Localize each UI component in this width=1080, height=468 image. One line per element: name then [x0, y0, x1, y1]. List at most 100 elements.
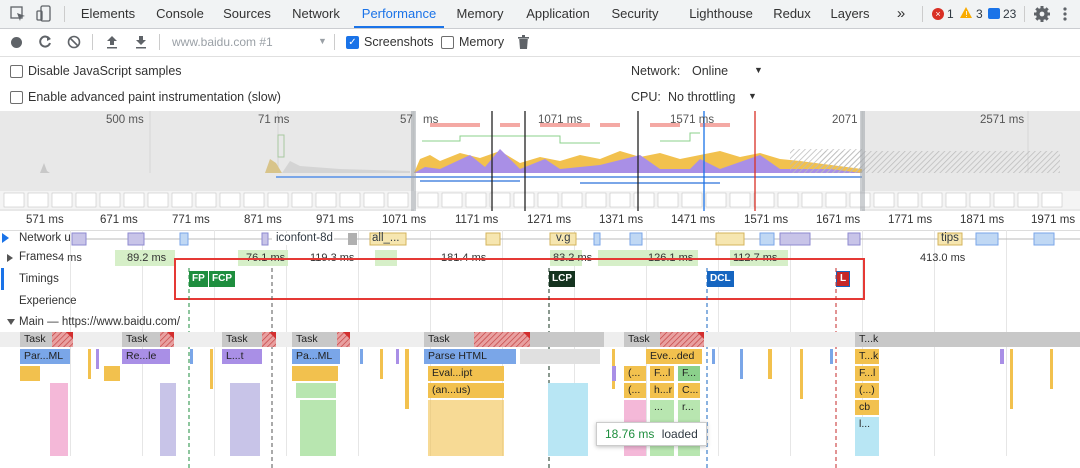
flame-event[interactable]: (an...us)	[428, 383, 504, 398]
flame-event[interactable]: h...r	[650, 383, 674, 398]
settings-gear-icon[interactable]	[1033, 5, 1051, 23]
memory-label[interactable]: Memory	[459, 35, 504, 49]
tooltip-text: loaded	[661, 427, 698, 441]
error-icon[interactable]: ×	[932, 8, 944, 20]
ruler-tick: 1671 ms	[816, 214, 861, 226]
reload-profile-icon[interactable]	[37, 34, 53, 50]
network-request-label[interactable]: tips	[941, 232, 959, 244]
flame-event[interactable]: Eve...ded	[646, 349, 702, 364]
disable-js-samples-checkbox[interactable]	[10, 65, 23, 78]
error-count[interactable]: 1	[947, 7, 954, 21]
overview-graph	[0, 111, 1080, 211]
disable-js-samples-label[interactable]: Disable JavaScript samples	[28, 64, 182, 78]
ruler-tick: 1071 ms	[382, 214, 427, 226]
flame-event[interactable]: (...	[624, 383, 646, 398]
load-profile-icon[interactable]	[104, 34, 120, 50]
flame-task[interactable]: Task	[624, 332, 660, 347]
tab-network[interactable]: Network	[282, 0, 350, 28]
device-toolbar-icon[interactable]	[36, 5, 52, 23]
flame-event[interactable]: cb	[855, 400, 879, 415]
tab-lighthouse[interactable]: Lighthouse	[682, 0, 760, 28]
network-throttle-select[interactable]: Online	[692, 64, 728, 78]
main-thread-header[interactable]: Main — https://www.baidu.com/	[0, 313, 1080, 331]
inspect-element-icon[interactable]	[10, 6, 26, 22]
warning-icon[interactable]: !	[960, 7, 972, 19]
message-count[interactable]: 23	[1003, 7, 1016, 21]
ruler-tick: 1271 ms	[527, 214, 572, 226]
profile-select-chevron-icon[interactable]: ▼	[318, 36, 327, 46]
network-track[interactable]: Network u... iconfont-8d all_... v.g tip…	[0, 230, 1080, 248]
memory-checkbox[interactable]	[441, 36, 454, 49]
overview-tick: 1071 ms	[538, 114, 583, 126]
flame-event[interactable]: F...l	[855, 366, 879, 381]
devtools-tabbar: Elements Console Sources Network Perform…	[0, 0, 1080, 29]
flame-event[interactable]: C...	[678, 383, 700, 398]
flame-task[interactable]: Task	[424, 332, 474, 347]
frame-duration[interactable]: 413.0 ms	[920, 252, 965, 264]
message-icon[interactable]	[988, 8, 1000, 19]
overview-tick: 57	[400, 114, 413, 126]
flame-task[interactable]: Task	[122, 332, 162, 347]
flame-event[interactable]: Parse HTML	[424, 349, 516, 364]
flame-task[interactable]: Task	[292, 332, 336, 347]
network-request-label[interactable]: iconfont-8d	[276, 232, 333, 244]
flame-task[interactable]: Task	[222, 332, 262, 347]
flame-event[interactable]: Re...le	[122, 349, 170, 364]
advanced-paint-checkbox[interactable]	[10, 91, 23, 104]
main-thread-label[interactable]: Main — https://www.baidu.com/	[19, 316, 180, 328]
record-button[interactable]	[11, 37, 22, 48]
tab-performance[interactable]: Performance	[354, 0, 444, 28]
flame-event[interactable]: Eval...ipt	[428, 366, 504, 381]
collapse-main-icon[interactable]	[7, 319, 15, 325]
tab-layers[interactable]: Layers	[824, 0, 876, 28]
clear-icon[interactable]	[66, 34, 82, 50]
ruler-tick: 1771 ms	[888, 214, 933, 226]
save-profile-icon[interactable]	[133, 34, 149, 50]
cpu-throttle-select[interactable]: No throttling	[668, 90, 735, 104]
tab-security[interactable]: Security	[604, 0, 666, 28]
ruler-tick: 1471 ms	[671, 214, 716, 226]
flame-event[interactable]: l...	[855, 417, 879, 432]
performance-toolbar: www.baidu.com #1 ▼ ✓ Screenshots Memory	[0, 29, 1080, 57]
flame-task[interactable]: Task	[20, 332, 70, 347]
collect-garbage-icon[interactable]	[518, 35, 529, 49]
network-request-label[interactable]: all_...	[372, 232, 400, 244]
network-request-label[interactable]: v.g	[556, 232, 571, 244]
flame-event[interactable]: F...	[678, 366, 700, 381]
tab-redux[interactable]: Redux	[766, 0, 818, 28]
flame-event[interactable]: (...	[624, 366, 646, 381]
advanced-paint-label[interactable]: Enable advanced paint instrumentation (s…	[28, 90, 281, 104]
tab-console[interactable]: Console	[146, 0, 214, 28]
tab-application[interactable]: Application	[518, 0, 598, 28]
frame-duration[interactable]: 4 ms	[58, 252, 82, 264]
tab-sources[interactable]: Sources	[216, 0, 278, 28]
more-tabs-button[interactable]: »	[888, 0, 914, 28]
flame-event[interactable]: F...l	[650, 366, 674, 381]
time-ruler: 571 ms 671 ms 771 ms 871 ms 971 ms 1071 …	[0, 212, 1080, 231]
flame-event[interactable]: ...	[650, 400, 674, 415]
flame-event[interactable]: r...	[678, 400, 700, 415]
flame-task[interactable]: T...k	[855, 332, 885, 347]
flame-event[interactable]: Par...ML	[20, 349, 70, 364]
ruler-tick: 971 ms	[316, 214, 354, 226]
svg-text:!: !	[965, 10, 968, 19]
cpu-chevron-icon[interactable]: ▼	[748, 91, 757, 101]
ruler-tick: 871 ms	[244, 214, 282, 226]
flame-event[interactable]: (...)	[855, 383, 879, 398]
frame-duration[interactable]: 89.2 ms	[127, 252, 166, 264]
ruler-tick: 771 ms	[172, 214, 210, 226]
tab-elements[interactable]: Elements	[72, 0, 144, 28]
timeline-overview[interactable]: 500 ms 71 ms 57 ms 1071 ms 1571 ms 2071 …	[0, 111, 1080, 211]
more-options-icon[interactable]	[1062, 5, 1068, 23]
screenshots-label[interactable]: Screenshots	[364, 35, 433, 49]
ruler-tick: 1571 ms	[744, 214, 789, 226]
network-chevron-icon[interactable]: ▼	[754, 65, 763, 75]
flame-event[interactable]: T...k	[855, 349, 879, 364]
flame-event[interactable]: Pa...ML	[292, 349, 340, 364]
tab-memory[interactable]: Memory	[448, 0, 512, 28]
capture-settings-pane: Disable JavaScript samples Enable advanc…	[0, 57, 1080, 112]
profile-select[interactable]: www.baidu.com #1	[172, 35, 273, 49]
screenshots-checkbox[interactable]: ✓	[346, 36, 359, 49]
flame-event[interactable]: L...t	[222, 349, 262, 364]
warning-count[interactable]: 3	[976, 7, 983, 21]
